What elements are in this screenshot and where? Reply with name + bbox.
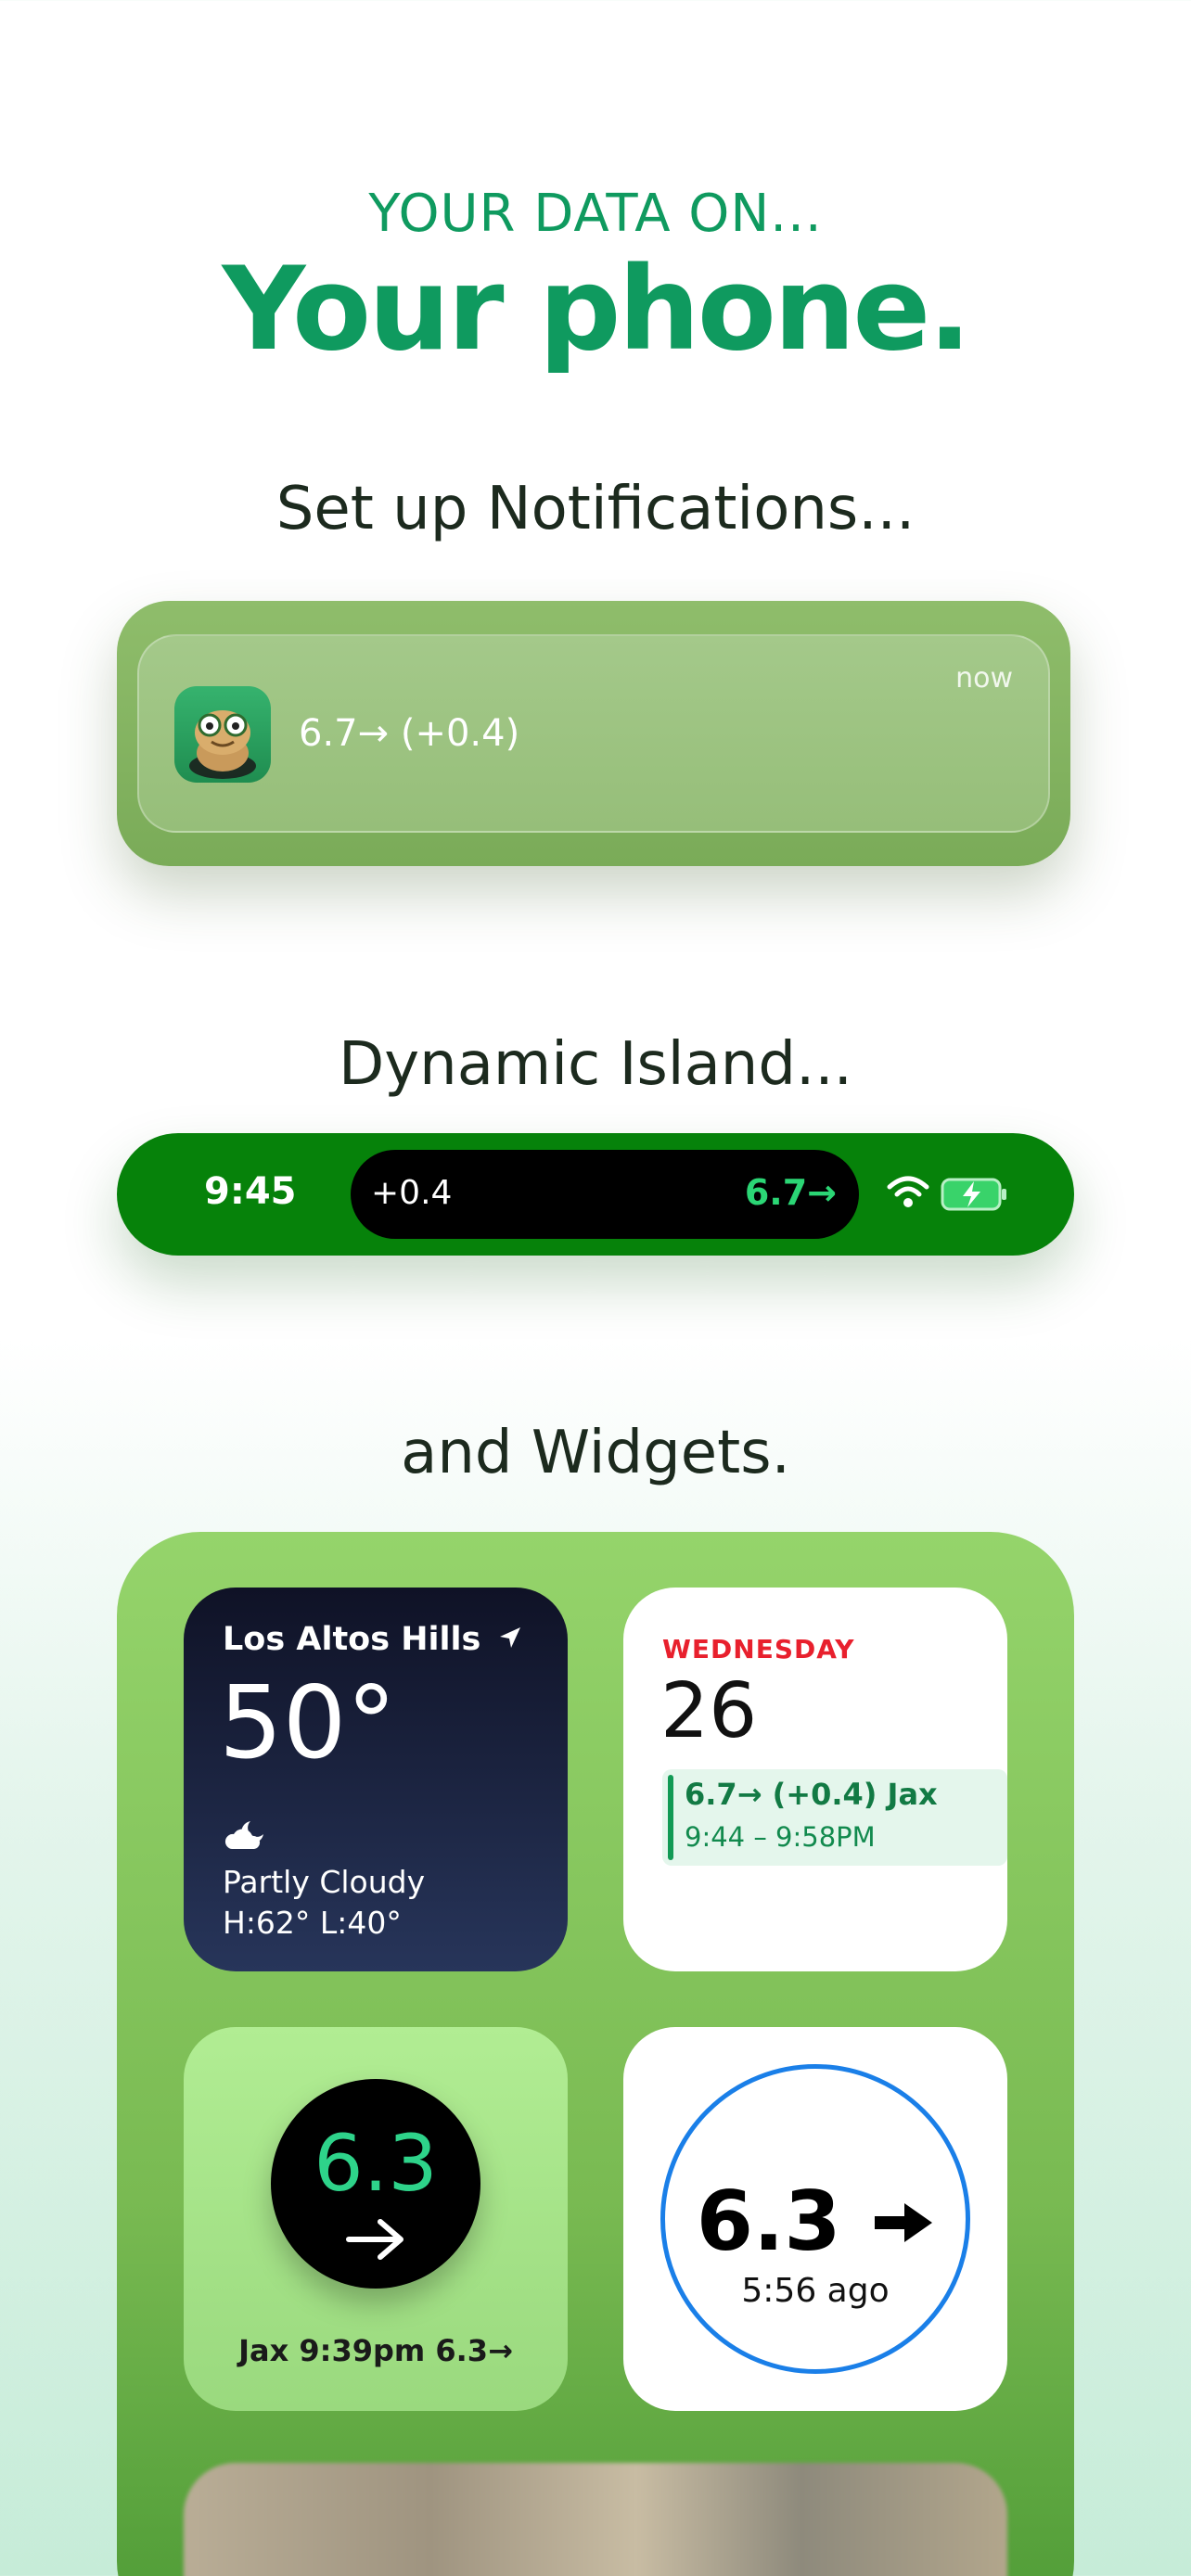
calendar-event-time: 9:44 – 9:58PM xyxy=(685,1821,876,1853)
section-title-notifications: Set up Notifications... xyxy=(275,475,916,543)
photo-widget[interactable] xyxy=(184,2463,1007,2576)
glucose-ring-value: 6.3 xyxy=(623,2174,1007,2269)
location-arrow-icon xyxy=(499,1627,520,1648)
arrow-right-bold-icon xyxy=(875,2203,933,2242)
frog-mascot-icon xyxy=(174,686,271,783)
weather-high-low: H:62° L:40° xyxy=(223,1905,402,1941)
calendar-weekday: WEDNESDAY xyxy=(662,1634,855,1664)
island-delta: +0.4 xyxy=(371,1174,453,1212)
glucose-ring-widget[interactable]: 6.3 5:56 ago xyxy=(623,2027,1007,2411)
wifi-icon xyxy=(887,1174,929,1215)
arrow-right-icon xyxy=(345,2216,406,2266)
glucose-circle-caption: Jax 9:39pm 6.3→ xyxy=(238,2333,513,2368)
glucose-ring-ago: 5:56 ago xyxy=(741,2272,890,2310)
notification-banner[interactable]: 6.7→ (+0.4) now xyxy=(137,634,1050,833)
section-title-dynamic-island: Dynamic Island... xyxy=(338,1030,853,1099)
widget-home-panel: Los Altos Hills 50° Partly Cloudy H:62° … xyxy=(117,1532,1074,2576)
calendar-event-bar xyxy=(668,1775,673,1860)
weather-widget[interactable]: Los Altos Hills 50° Partly Cloudy H:62° … xyxy=(184,1588,568,1971)
status-clock: 9:45 xyxy=(204,1170,297,1213)
calendar-event[interactable]: 6.7→ (+0.4) Jax 9:44 – 9:58PM xyxy=(662,1769,1007,1866)
weather-location-label: Los Altos Hills xyxy=(223,1621,481,1658)
notification-time: now xyxy=(955,662,1013,695)
glucose-circle-value: 6.3 xyxy=(314,2118,438,2209)
calendar-date: 26 xyxy=(660,1667,758,1755)
section-title-widgets: and Widgets. xyxy=(401,1419,790,1487)
status-bar: 9:45 +0.4 6.7→ xyxy=(117,1133,1074,1256)
hero-kicker: YOUR DATA ON... xyxy=(368,184,823,244)
weather-location: Los Altos Hills xyxy=(223,1621,522,1658)
glucose-ring-number: 6.3 xyxy=(696,2174,841,2269)
weather-condition: Partly Cloudy xyxy=(223,1864,426,1900)
notification-message: 6.7→ (+0.4) xyxy=(299,712,520,755)
glucose-circle: 6.3 xyxy=(271,2079,480,2289)
partly-cloudy-night-icon xyxy=(223,1817,275,1858)
battery-charging-icon xyxy=(941,1176,1009,1217)
notification-card[interactable]: 6.7→ (+0.4) now xyxy=(117,601,1070,866)
calendar-event-title: 6.7→ (+0.4) Jax xyxy=(685,1777,938,1812)
weather-temperature: 50° xyxy=(219,1665,397,1781)
hero-headline: Your phone. xyxy=(222,243,972,376)
calendar-widget[interactable]: WEDNESDAY 26 6.7→ (+0.4) Jax 9:44 – 9:58… xyxy=(623,1588,1007,1971)
island-value: 6.7→ xyxy=(744,1172,837,1213)
dynamic-island[interactable]: +0.4 6.7→ xyxy=(351,1150,859,1239)
glucose-circle-widget[interactable]: 6.3 Jax 9:39pm 6.3→ xyxy=(184,2027,568,2411)
